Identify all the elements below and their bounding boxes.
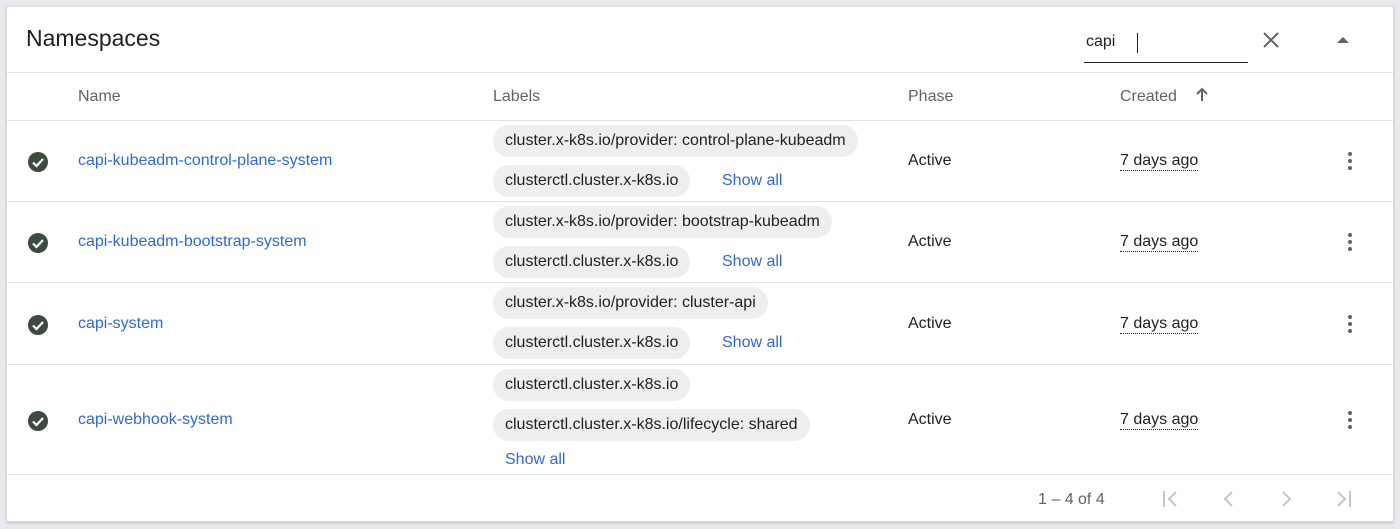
- row-actions-button[interactable]: [1334, 145, 1366, 177]
- arrow-upward-icon[interactable]: [1194, 87, 1210, 103]
- first-page-icon: [1163, 491, 1177, 507]
- more-vert-icon: [1348, 315, 1352, 333]
- created-age: 7 days ago: [1120, 152, 1199, 171]
- show-all-labels-link[interactable]: Show all: [722, 334, 782, 352]
- arrow-drop-up-icon: [1337, 37, 1349, 43]
- more-vert-icon: [1348, 233, 1352, 251]
- label-chip: clusterctl.cluster.x-k8s.io: [493, 369, 691, 401]
- row-actions-button[interactable]: [1334, 404, 1366, 436]
- label-chip: clusterctl.cluster.x-k8s.io: [493, 327, 691, 359]
- text-cursor: [1137, 33, 1138, 53]
- show-all-labels-link[interactable]: Show all: [505, 451, 565, 469]
- column-header-labels: Labels: [493, 88, 541, 105]
- card-header: Namespaces: [7, 7, 1393, 73]
- clear-search-button[interactable]: [1253, 22, 1289, 58]
- next-page-button[interactable]: [1270, 483, 1302, 515]
- label-chip: cluster.x-k8s.io/provider: cluster-api: [493, 287, 768, 319]
- chevron-right-icon: [1282, 491, 1292, 507]
- phase-value: Active: [908, 411, 952, 428]
- first-page-button[interactable]: [1155, 483, 1187, 515]
- phase-value: Active: [908, 152, 952, 169]
- last-page-icon: [1337, 491, 1351, 507]
- previous-page-button[interactable]: [1213, 483, 1245, 515]
- show-all-labels-link[interactable]: Show all: [722, 172, 782, 190]
- paginator: 1 – 4 of 4: [7, 475, 1393, 521]
- table-header: Name Labels Phase Created: [7, 73, 1393, 121]
- namespace-link[interactable]: capi-kubeadm-bootstrap-system: [78, 233, 307, 251]
- table-row: capi-kubeadm-control-plane-system cluste…: [7, 121, 1393, 202]
- row-actions-button[interactable]: [1334, 226, 1366, 258]
- chevron-left-icon: [1223, 491, 1233, 507]
- namespaces-card: Namespaces Name Labels Phase Created: [6, 6, 1394, 522]
- page-title: Namespaces: [26, 25, 161, 51]
- table-row: capi-webhook-system clusterctl.cluster.x…: [7, 365, 1393, 475]
- more-vert-icon: [1348, 411, 1352, 429]
- collapse-button[interactable]: [1325, 22, 1361, 58]
- label-chip: clusterctl.cluster.x-k8s.io: [493, 246, 691, 278]
- label-chip: cluster.x-k8s.io/provider: control-plane…: [493, 125, 858, 157]
- label-chip: cluster.x-k8s.io/provider: bootstrap-kub…: [493, 206, 832, 238]
- show-all-labels-link[interactable]: Show all: [722, 253, 782, 271]
- check-circle-icon: [28, 411, 48, 431]
- close-icon: [1263, 32, 1279, 48]
- column-header-created[interactable]: Created: [1120, 88, 1177, 106]
- created-age: 7 days ago: [1120, 411, 1199, 430]
- last-page-button[interactable]: [1327, 483, 1359, 515]
- page-range-label: 1 – 4 of 4: [1038, 491, 1105, 508]
- namespace-link[interactable]: capi-webhook-system: [78, 411, 233, 429]
- label-chip: clusterctl.cluster.x-k8s.io/lifecycle: s…: [493, 409, 810, 441]
- more-vert-icon: [1348, 152, 1352, 170]
- search-field[interactable]: [1084, 23, 1248, 63]
- check-circle-icon: [28, 152, 48, 172]
- column-header-name[interactable]: Name: [78, 88, 121, 106]
- phase-value: Active: [908, 233, 952, 250]
- created-age: 7 days ago: [1120, 315, 1199, 334]
- check-circle-icon: [28, 233, 48, 253]
- namespace-link[interactable]: capi-system: [78, 315, 163, 333]
- phase-value: Active: [908, 315, 952, 332]
- label-chip: clusterctl.cluster.x-k8s.io: [493, 165, 691, 197]
- row-actions-button[interactable]: [1334, 308, 1366, 340]
- table-row: capi-system cluster.x-k8s.io/provider: c…: [7, 283, 1393, 365]
- namespace-link[interactable]: capi-kubeadm-control-plane-system: [78, 152, 332, 170]
- search-input[interactable]: [1086, 28, 1246, 56]
- created-age: 7 days ago: [1120, 233, 1199, 252]
- column-header-phase[interactable]: Phase: [908, 88, 953, 106]
- check-circle-icon: [28, 315, 48, 335]
- table-row: capi-kubeadm-bootstrap-system cluster.x-…: [7, 202, 1393, 283]
